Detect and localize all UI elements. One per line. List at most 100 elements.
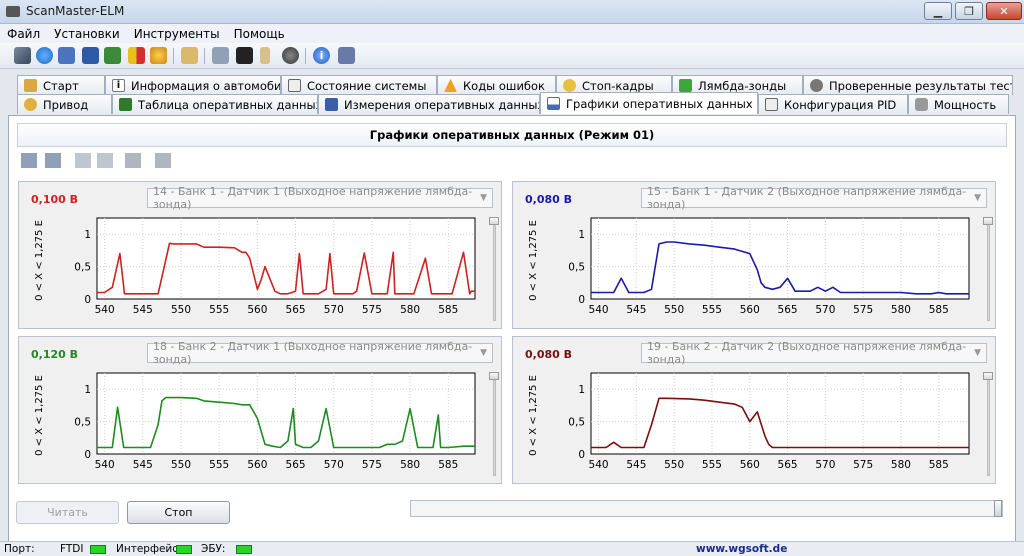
x-tick-label: 570 (815, 304, 835, 316)
open-icon[interactable] (75, 153, 91, 168)
x-tick-label: 580 (400, 304, 420, 316)
x-tick-label: 565 (286, 304, 306, 316)
tab-live-data-table[interactable]: Таблица оперативных данных (112, 94, 318, 114)
tab-label: Конфигурация PID (784, 97, 897, 112)
clipboard-icon[interactable] (181, 47, 198, 64)
y-axis-label: 0 < X < 1,275 Е (34, 375, 45, 456)
x-tick-label: 560 (740, 304, 760, 316)
graph-panel-1: 0,100 В 14 - Банк 1 - Датчик 1 (Выходное… (18, 181, 502, 329)
website-link[interactable]: www.wgsoft.de (696, 543, 787, 555)
menu-tools[interactable]: Инструменты (127, 27, 227, 41)
vertical-scale-slider[interactable] (489, 217, 499, 321)
graph-chart: 0 0,5 1 540 545 550 555 560 565 570 575 580 585 0 < X… (34, 217, 476, 316)
window-title: ScanMaster-ELM (26, 4, 125, 18)
plot-area (96, 217, 476, 300)
x-tick-label: 545 (133, 459, 153, 471)
tab-live-data-measurements[interactable]: Измерения оперативных данных (318, 94, 540, 114)
graph-panel-3: 0,120 В 18 - Банк 2 - Датчик 1 (Выходное… (18, 336, 502, 484)
title-bar: ScanMaster-ELM ▁ ❐ ✕ (0, 0, 1024, 24)
x-tick-label: 570 (324, 304, 344, 316)
x-tick-label: 585 (929, 459, 949, 471)
tab-label: Привод (43, 97, 89, 112)
maximize-button[interactable]: ❐ (955, 2, 983, 20)
graph-toolbar (17, 150, 1007, 172)
tab-test-results[interactable]: Проверенные результаты теста (803, 75, 1013, 95)
tab-drive[interactable]: Привод (17, 94, 112, 114)
stop-button[interactable]: Стоп (127, 501, 230, 524)
status-ftdi-label: FTDI (60, 543, 84, 555)
drive-icon (24, 98, 37, 111)
vertical-scale-slider[interactable] (489, 372, 499, 476)
x-tick-label: 575 (853, 304, 873, 316)
time-scrollbar[interactable] (410, 500, 1003, 517)
menu-file[interactable]: Файл (0, 27, 47, 41)
x-tick-label: 550 (664, 304, 684, 316)
read-button[interactable]: Читать (16, 501, 119, 524)
terminal-icon[interactable] (236, 47, 253, 64)
tab-pid-config[interactable]: Конфигурация PID (758, 94, 908, 114)
chart-icon (547, 97, 560, 110)
toolbar-separator (173, 48, 174, 64)
scrollbar-thumb[interactable] (994, 500, 1002, 517)
menu-settings[interactable]: Установки (47, 27, 127, 41)
exit-icon[interactable] (338, 47, 355, 64)
y-axis-label: 0 < X < 1,275 Е (528, 375, 539, 456)
connect-icon[interactable] (14, 47, 31, 64)
x-tick-label: 585 (438, 304, 458, 316)
vertical-scale-slider[interactable] (983, 217, 993, 321)
y-tick-label: 0 (578, 294, 585, 306)
codes-icon[interactable] (128, 47, 145, 64)
gear-icon (810, 79, 823, 92)
graph-chart: 0 0,5 1 540 545 550 555 560 565 570 575 580 585 0 < X… (528, 217, 970, 316)
y-tick-label: 0 (84, 294, 91, 306)
graph-chart: 0 0,5 1 540 545 550 555 560 565 570 575 580 585 0 < X… (528, 372, 970, 471)
house-icon (24, 79, 37, 92)
tab-system-status[interactable]: Состояние системы (281, 75, 437, 95)
minimize-button[interactable]: ▁ (924, 2, 952, 20)
vertical-scale-slider[interactable] (983, 372, 993, 476)
close-button[interactable]: ✕ (986, 2, 1022, 20)
y-axis-label: 0 < X < 1,275 Е (34, 220, 45, 301)
ftdi-led-icon (90, 545, 106, 554)
info-icon[interactable]: i (313, 47, 330, 64)
toolbar-separator (204, 48, 205, 64)
document-icon (288, 79, 301, 92)
graph-panel-4: 0,080 В 19 - Банк 2 - Датчик 2 (Выходное… (512, 336, 996, 484)
vehicle-info-icon[interactable] (58, 47, 75, 64)
x-tick-label: 575 (362, 304, 382, 316)
print-icon[interactable] (125, 153, 141, 168)
table-icon[interactable] (82, 47, 99, 64)
x-tick-label: 545 (133, 304, 153, 316)
tab-vehicle-info[interactable]: i Информация о автомобиле (105, 75, 281, 95)
monitor-icon[interactable] (212, 47, 229, 64)
x-tick-label: 550 (664, 459, 684, 471)
graph-panel-2: 0,080 В 15 - Банк 1 - Датчик 2 (Выходное… (512, 181, 996, 329)
tab-live-data-graphs[interactable]: Графики оперативных данных (540, 92, 758, 114)
x-tick-label: 540 (589, 459, 609, 471)
tab-label: Состояние системы (307, 78, 427, 93)
remove-graph-icon[interactable] (45, 153, 61, 168)
tab-error-codes[interactable]: Коды ошибок (437, 75, 556, 95)
x-tick-label: 565 (778, 304, 798, 316)
tab-start[interactable]: Старт (17, 75, 105, 95)
y-tick-label: 0 (84, 449, 91, 461)
battery-icon[interactable] (260, 47, 270, 64)
y-tick-label: 0,5 (74, 417, 91, 429)
save-icon[interactable] (97, 153, 113, 168)
x-tick-label: 585 (438, 459, 458, 471)
graph-chart: 0 0,5 1 540 545 550 555 560 565 570 575 580 585 0 < X… (34, 372, 476, 471)
plot-area (590, 372, 970, 455)
tab-power[interactable]: Мощность (908, 94, 1009, 114)
chart-icon[interactable] (104, 47, 121, 64)
menu-help[interactable]: Помощь (227, 27, 292, 41)
freeze-frame-icon[interactable] (150, 47, 167, 64)
globe-icon[interactable] (36, 47, 53, 64)
x-tick-label: 555 (209, 304, 229, 316)
add-graph-icon[interactable] (21, 153, 37, 168)
status-ecu-label: ЭБУ: (201, 543, 226, 555)
y-tick-label: 1 (578, 229, 585, 241)
gauge-icon[interactable] (282, 47, 299, 64)
print-preview-icon[interactable] (155, 153, 171, 168)
x-tick-label: 580 (891, 459, 911, 471)
x-tick-label: 565 (778, 459, 798, 471)
